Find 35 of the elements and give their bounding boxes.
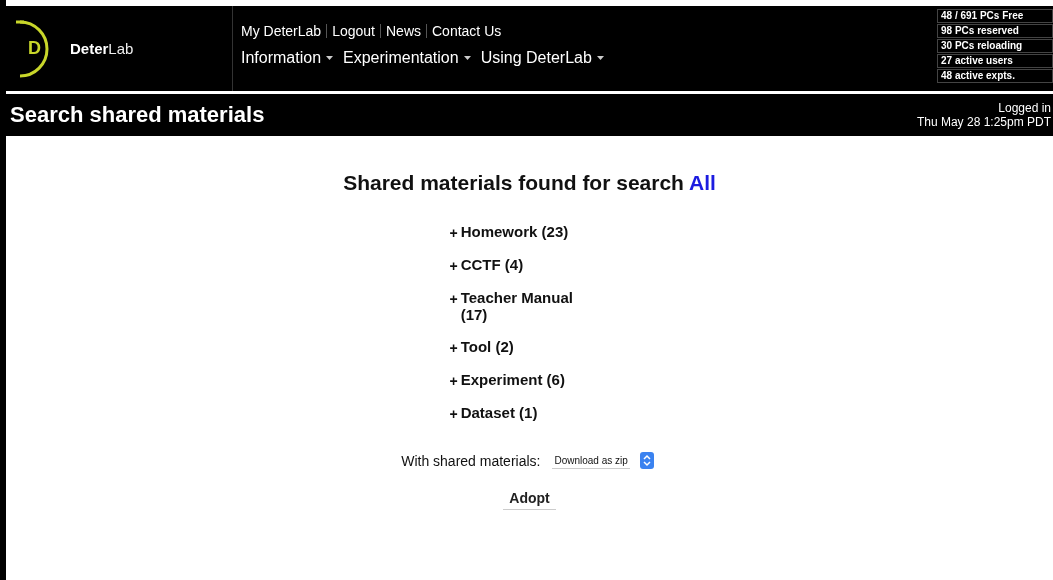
expand-toggle[interactable]: +: [449, 258, 458, 274]
nav-link[interactable]: Contact Us: [432, 23, 502, 39]
stat-label: 48 active expts.: [937, 69, 1053, 83]
category-item[interactable]: Dataset (1): [460, 404, 586, 421]
menu-dropdown[interactable]: Information: [241, 49, 334, 67]
stat-label: 48 / 691 PCs Free: [937, 9, 1053, 23]
expand-toggle[interactable]: +: [449, 291, 458, 307]
login-status: Logged in: [998, 101, 1051, 115]
page-title: Search shared materials: [10, 102, 265, 128]
expand-toggle[interactable]: +: [449, 340, 458, 356]
caret-icon: [326, 56, 334, 60]
action-select[interactable]: Download as zip: [548, 450, 658, 471]
nav-link[interactable]: My DeterLab: [241, 23, 322, 39]
results-heading: Shared materials found for search: [343, 171, 684, 194]
stat-label: 30 PCs reloading: [937, 39, 1053, 53]
logo-text[interactable]: DeterLab: [70, 40, 134, 57]
category-item[interactable]: Experiment (6): [460, 371, 586, 388]
stat-label: 98 PCs reserved: [937, 24, 1053, 38]
search-term-link[interactable]: All: [689, 171, 716, 194]
date-time: Thu May 28 1:25pm PDT: [916, 115, 1051, 129]
caret-icon: [596, 56, 604, 60]
category-item[interactable]: CCTF (4): [460, 256, 586, 273]
action-label: With shared materials:: [401, 452, 541, 469]
expand-toggle[interactable]: +: [449, 406, 458, 422]
stat-label: 27 active users: [937, 54, 1053, 68]
caret-icon: [463, 56, 471, 60]
category-item[interactable]: Homework (23): [460, 223, 586, 240]
nav-link[interactable]: Logout: [332, 23, 375, 39]
menu-dropdown[interactable]: Experimentation: [343, 49, 471, 67]
nav-link[interactable]: News: [386, 23, 421, 39]
menu-dropdown[interactable]: Using DeterLab: [480, 49, 604, 67]
expand-toggle[interactable]: +: [449, 373, 458, 389]
category-item[interactable]: Tool (2): [460, 338, 586, 355]
category-item[interactable]: Teacher Manual (17): [460, 289, 586, 323]
expand-toggle[interactable]: +: [449, 225, 458, 241]
